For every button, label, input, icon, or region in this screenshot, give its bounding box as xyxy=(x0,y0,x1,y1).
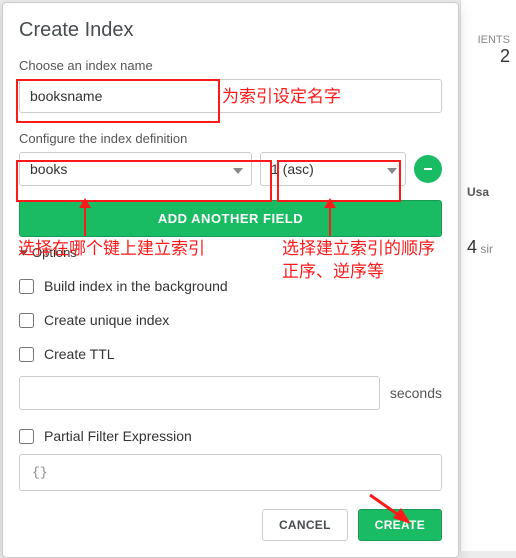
order-select-value: 1 (asc) xyxy=(271,161,314,177)
modal-title: Create Index xyxy=(19,19,442,42)
minus-icon xyxy=(422,163,434,175)
index-name-label: Choose an index name xyxy=(19,58,442,73)
background-panel: IENTS 2 Usa 4 sir xyxy=(460,0,516,551)
index-def-label: Configure the index definition xyxy=(19,131,442,146)
add-another-field-button[interactable]: ADD ANOTHER FIELD xyxy=(19,200,442,237)
ttl-label: Create TTL xyxy=(44,346,115,362)
field-select-value: books xyxy=(30,161,67,177)
order-select[interactable]: 1 (asc) xyxy=(260,152,406,186)
partial-filter-label: Partial Filter Expression xyxy=(44,428,192,444)
options-toggle[interactable]: Options xyxy=(19,245,442,260)
seconds-unit: seconds xyxy=(390,385,442,401)
chevron-down-icon xyxy=(19,250,28,256)
index-field-row: books 1 (asc) xyxy=(19,152,442,186)
partial-filter-input[interactable]: {} xyxy=(19,454,442,491)
chevron-down-icon xyxy=(387,161,397,177)
partial-filter-checkbox[interactable] xyxy=(19,429,34,444)
index-name-input[interactable] xyxy=(19,79,442,113)
field-select[interactable]: books xyxy=(19,152,252,186)
unique-label: Create unique index xyxy=(44,312,169,328)
ttl-checkbox[interactable] xyxy=(19,347,34,362)
background-label: Build index in the background xyxy=(44,278,228,294)
ttl-seconds-input[interactable] xyxy=(19,376,380,410)
background-checkbox[interactable] xyxy=(19,279,34,294)
remove-field-button[interactable] xyxy=(414,155,442,183)
cancel-button[interactable]: CANCEL xyxy=(262,509,348,541)
unique-checkbox[interactable] xyxy=(19,313,34,328)
create-button[interactable]: CREATE xyxy=(358,509,442,541)
chevron-down-icon xyxy=(233,161,243,177)
create-index-modal: Create Index Choose an index name Config… xyxy=(2,2,459,558)
